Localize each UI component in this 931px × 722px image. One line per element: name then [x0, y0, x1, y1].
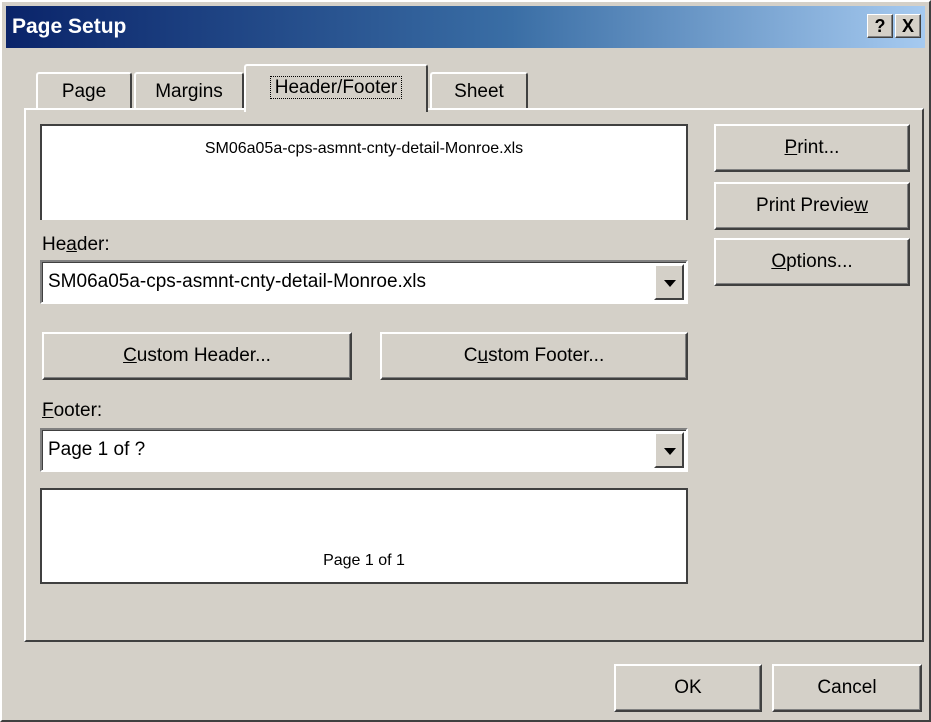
tab-header-footer-label: Header/Footer: [269, 76, 403, 99]
page-setup-dialog: Page Setup ? X Page Margins Header/Foote…: [0, 0, 931, 722]
title-bar[interactable]: Page Setup ? X: [6, 6, 925, 48]
print-preview-button[interactable]: Print Preview: [714, 182, 910, 230]
ok-button[interactable]: OK: [614, 664, 762, 712]
tab-sheet[interactable]: Sheet: [430, 72, 528, 110]
header-dropdown-arrow-icon[interactable]: [654, 264, 684, 300]
footer-dropdown-arrow-icon[interactable]: [654, 432, 684, 468]
tab-page[interactable]: Page: [36, 72, 132, 110]
custom-header-button[interactable]: Custom Header...: [42, 332, 352, 380]
header-label: Header:: [42, 234, 110, 255]
custom-footer-button[interactable]: Custom Footer...: [380, 332, 688, 380]
header-preview-text: SM06a05a-cps-asmnt-cnty-detail-Monroe.xl…: [204, 140, 524, 157]
footer-label: Footer:: [42, 400, 103, 421]
footer-select-value: Page 1 of ?: [48, 439, 146, 460]
header-select-value: SM06a05a-cps-asmnt-cnty-detail-Monroe.xl…: [48, 271, 427, 292]
footer-preview-text: Page 1 of 1: [323, 552, 405, 569]
help-button[interactable]: ?: [867, 14, 893, 38]
window-title: Page Setup: [12, 15, 127, 38]
cancel-button[interactable]: Cancel: [772, 664, 922, 712]
header-preview: SM06a05a-cps-asmnt-cnty-detail-Monroe.xl…: [40, 124, 688, 220]
print-button[interactable]: Print...: [714, 124, 910, 172]
footer-preview: Page 1 of 1: [40, 488, 688, 584]
options-button[interactable]: Options...: [714, 238, 910, 286]
header-select[interactable]: SM06a05a-cps-asmnt-cnty-detail-Monroe.xl…: [40, 260, 688, 304]
tab-margins[interactable]: Margins: [134, 72, 244, 110]
close-button[interactable]: X: [895, 14, 921, 38]
tab-header-footer[interactable]: Header/Footer: [244, 64, 428, 112]
footer-select[interactable]: Page 1 of ?: [40, 428, 688, 472]
